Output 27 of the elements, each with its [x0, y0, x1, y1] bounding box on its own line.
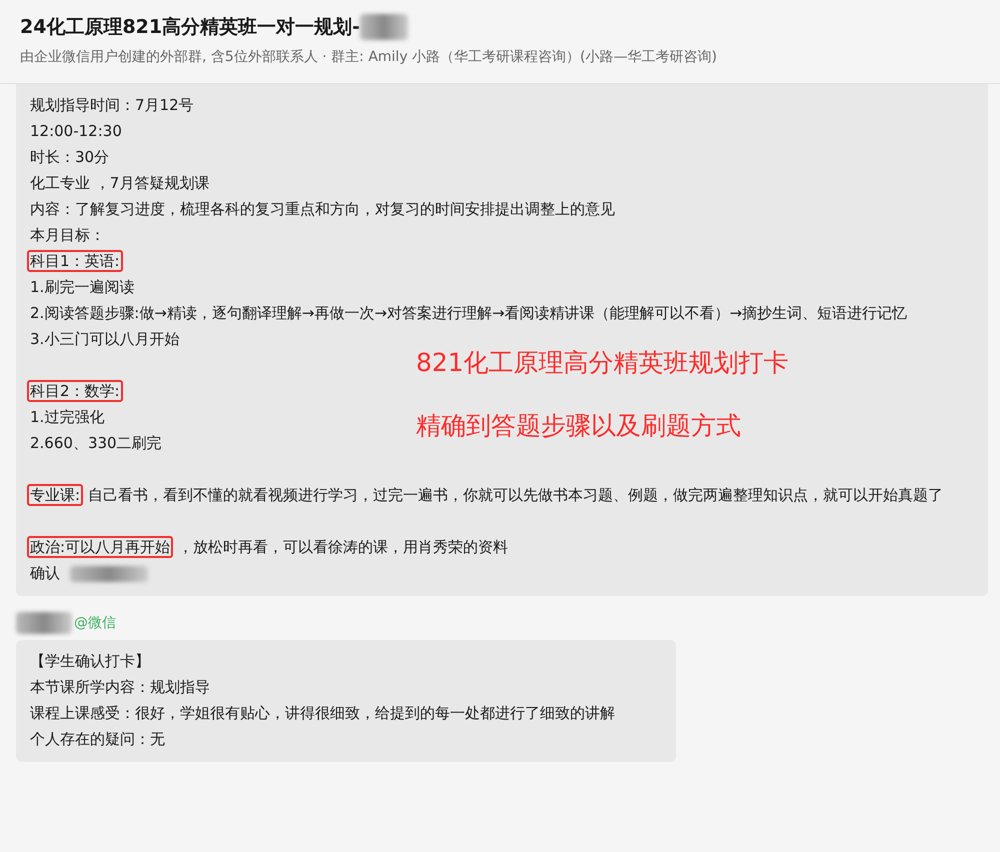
message-text: 内容：了解复习进度，梳理各科的复习重点和方向，对复习的时间安排提出调整上的意见 [29, 199, 616, 220]
message-text: ，放松时再看，可以看徐涛的课，用肖秀荣的资料 [177, 537, 510, 558]
message-text: 2.阅读答题步骤:做→精读，逐句翻译理解→再做一次→对答案进行理解→看阅读精讲课（能理解可以不看）→摘抄生词、短语进行记忆 [29, 303, 908, 324]
message-text: 本月目标： [29, 225, 106, 246]
highlighted-text: 科目1：英语: [27, 250, 123, 272]
message-text: 确认 [29, 563, 61, 584]
message-text: 课程上课感受：很好，学姐很有贴心，讲得很细致，给提到的每一处都进行了细致的讲解 [29, 703, 616, 724]
highlighted-text: 政治:可以八月再开始 [27, 536, 174, 558]
message-text: 自己看书，看到不懂的就看视频进行学习，过完一遍书，你就可以先做书本习题、例题，做完两遍整理知识点，就可以开始真题了 [87, 485, 944, 506]
message-text: 1.过完强化 [29, 407, 106, 428]
message-text: 规划指导时间：7月12号 [29, 95, 195, 116]
message-text: 本节课所学内容：规划指导 [29, 677, 211, 698]
highlighted-text: 专业课: [27, 484, 84, 506]
message-text: 1.刷完一遍阅读 [29, 277, 136, 298]
message-text: 个人存在的疑问：无 [29, 729, 166, 750]
highlighted-text: 科目2：数学: [27, 380, 123, 402]
message-text: 【学生确认打卡】 [29, 651, 151, 672]
message-text: 3.小三门可以八月开始 [29, 329, 180, 350]
message-text: 12:00-12:30 [29, 121, 123, 142]
message-text: 时长：30分 [29, 147, 110, 168]
message-text: 化工专业 ，7月答疑规划课 [29, 173, 210, 194]
message-text: 2.660、330二刷完 [29, 433, 163, 454]
annotation-text: 821化工原理高分精英班规划打卡 [416, 347, 789, 379]
group-subtitle: 由企业微信用户创建的外部群, 含5位外部联系人 · 群主: Amily 小路（华工考研课程咨询）(小路—华工考研咨询) [20, 48, 718, 66]
sender-name: @微信 [74, 614, 116, 632]
group-title: 24化工原理821高分精英班一对一规划- [20, 15, 360, 40]
annotation-text: 精确到答题步骤以及刷题方式 [416, 410, 742, 442]
